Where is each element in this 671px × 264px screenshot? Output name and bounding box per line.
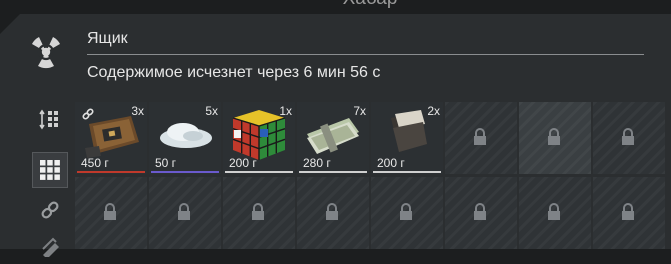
grid-view-button[interactable] <box>32 152 68 188</box>
item-quantity: 5x <box>205 104 218 118</box>
lock-icon <box>252 203 264 220</box>
locked-slot <box>371 177 443 249</box>
header-divider <box>87 54 644 55</box>
sort-button[interactable] <box>32 102 68 138</box>
locked-slot <box>519 177 591 249</box>
locked-slot <box>297 177 369 249</box>
inventory-slot-item[interactable]: 1x 200 г <box>223 102 295 174</box>
radiation-hazard-icon <box>32 37 60 69</box>
item-quantity: 3x <box>131 104 144 118</box>
item-quantity: 2x <box>427 104 440 118</box>
locked-slot <box>445 177 517 249</box>
link-icon <box>82 108 94 120</box>
lock-icon <box>474 128 486 145</box>
sort-grid-icon <box>39 109 58 130</box>
inventory-slot-item[interactable]: 5x 50 г <box>149 102 221 174</box>
lock-icon <box>400 203 412 220</box>
item-weight: 200 г <box>229 156 257 170</box>
lock-icon <box>474 203 486 220</box>
item-weight: 50 г <box>155 156 177 170</box>
expire-timer-text: Содержимое исчезнет через 6 мин 56 с <box>87 64 381 81</box>
inventory-toolbar <box>30 100 70 257</box>
salt-pile-icon <box>160 123 212 148</box>
item-rarity-bar <box>151 171 219 173</box>
link-button[interactable] <box>32 192 68 228</box>
inventory-slot-item[interactable]: 2x 200 г <box>371 102 443 174</box>
item-rarity-bar <box>299 171 367 173</box>
item-weight: 450 г <box>81 156 109 170</box>
link-icon <box>41 201 59 219</box>
locked-slot <box>519 102 591 174</box>
locked-slot <box>223 177 295 249</box>
money-bundle-icon <box>307 118 359 154</box>
inventory-grid: 3x 450 г 5x 50 г 1x 200 г 7x 280 г 2x 20… <box>75 102 671 249</box>
lock-icon <box>548 203 560 220</box>
item-rarity-bar <box>373 171 441 173</box>
item-weight: 200 г <box>377 156 405 170</box>
locked-slot <box>445 102 517 174</box>
inventory-slot-item[interactable]: 7x 280 г <box>297 102 369 174</box>
item-quantity: 7x <box>353 104 366 118</box>
item-rarity-bar <box>77 171 145 173</box>
item-weight: 280 г <box>303 156 331 170</box>
lock-icon <box>548 128 560 145</box>
lock-icon <box>326 203 338 220</box>
panel-corner <box>0 14 20 34</box>
inventory-slot-item[interactable]: 3x 450 г <box>75 102 147 174</box>
locked-slot <box>149 177 221 249</box>
container-name: Ящик <box>87 30 128 47</box>
stack-button[interactable] <box>32 228 68 264</box>
lock-icon <box>622 128 634 145</box>
lock-icon <box>622 203 634 220</box>
item-rarity-bar <box>225 171 293 173</box>
item-quantity: 1x <box>279 104 292 118</box>
lock-icon <box>104 203 116 220</box>
window-title: Хабар <box>300 0 440 10</box>
locked-slot <box>75 177 147 249</box>
locked-slot <box>593 102 665 174</box>
lock-icon <box>178 203 190 220</box>
wallet-icon <box>391 110 427 152</box>
stack-icon <box>42 237 59 257</box>
locked-slot <box>593 177 665 249</box>
grid-icon <box>40 160 60 180</box>
